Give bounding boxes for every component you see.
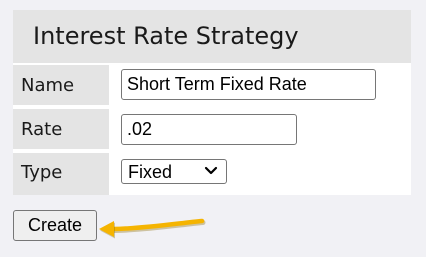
chevron-down-icon — [204, 166, 218, 175]
name-row: Name — [13, 65, 411, 105]
rate-row: Rate — [13, 109, 411, 149]
rate-label: Rate — [21, 119, 63, 140]
type-field-cell: Fixed — [113, 153, 411, 195]
interest-rate-strategy-panel: Interest Rate Strategy Name Rate Type Fi… — [13, 10, 411, 195]
name-label-cell: Name — [13, 65, 109, 105]
rate-label-cell: Rate — [13, 109, 109, 149]
panel-title: Interest Rate Strategy — [33, 22, 299, 50]
type-select-value: Fixed — [128, 162, 173, 182]
rate-input[interactable] — [121, 114, 297, 145]
create-button[interactable]: Create — [13, 210, 97, 241]
type-label-cell: Type — [13, 153, 109, 195]
rate-field-cell — [113, 109, 411, 149]
arrow-left-icon — [99, 218, 206, 239]
name-input[interactable] — [121, 69, 376, 100]
panel-header: Interest Rate Strategy — [13, 10, 411, 63]
type-label: Type — [21, 162, 63, 183]
name-label: Name — [21, 75, 75, 96]
type-select[interactable]: Fixed — [121, 159, 227, 184]
name-field-cell — [113, 65, 411, 105]
type-row: Type Fixed — [13, 153, 411, 195]
